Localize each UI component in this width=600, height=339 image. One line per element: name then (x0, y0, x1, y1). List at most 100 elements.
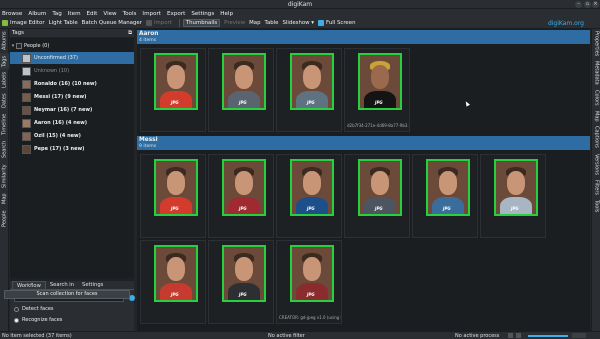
menu-edit[interactable]: Edit (87, 11, 98, 17)
thumbnail-item[interactable]: JPG (276, 154, 342, 238)
tab-search[interactable]: Search (0, 137, 9, 161)
tags-panel-header: Tags ⧉ (10, 29, 134, 37)
thumbnail-item[interactable]: JPG CREATOR: gd-jpeg v1.0 (using I... (276, 240, 342, 324)
thumbnail-item[interactable]: JPG (140, 240, 206, 324)
thumbnail-item[interactable]: JPG (208, 154, 274, 238)
menu-item[interactable]: Item (68, 11, 81, 17)
tab-timeline[interactable]: Timeline (0, 111, 9, 137)
thumbnail-item[interactable]: JPG (276, 48, 342, 132)
menu-help[interactable]: Help (220, 11, 233, 17)
recognize-faces-radio[interactable]: Recognize faces (14, 317, 62, 323)
menu-import[interactable]: Import (142, 11, 161, 17)
thumbnail-item[interactable]: JPG (344, 154, 410, 238)
tab-properties[interactable]: Properties (592, 29, 600, 59)
thumbnails-button[interactable]: Thumbnails (182, 19, 221, 27)
tag-thumbnail (22, 53, 31, 63)
tree-item-pepe[interactable]: Pepe (17) (3 new) (10, 143, 134, 155)
full-screen-button[interactable]: Full Screen (318, 20, 355, 26)
batch-queue-label: Batch Queue Manager (81, 20, 142, 26)
thumbnail-item[interactable]: JPG (140, 154, 206, 238)
group-count: 9 items (139, 144, 157, 149)
tree-item-ozil[interactable]: Ozil (15) (4 new) (10, 130, 134, 142)
main-toolbar: Image Editor Light Table Batch Queue Man… (0, 18, 600, 29)
float-icon[interactable]: ⧉ (128, 30, 132, 37)
close-icon[interactable]: × (592, 1, 599, 8)
image-editor-icon (2, 20, 8, 26)
menu-view[interactable]: View (103, 11, 116, 17)
group-header-messi[interactable]: Messi 9 items (137, 136, 590, 150)
batch-queue-button[interactable]: Batch Queue Manager (82, 20, 142, 26)
tab-similarity[interactable]: Similarity (0, 161, 9, 191)
tag-thumbnail (22, 131, 31, 141)
detect-faces-radio[interactable]: Detect faces (14, 306, 54, 312)
tab-tags[interactable]: Tags (0, 53, 9, 69)
slideshow-button[interactable]: Slideshow ▾ (283, 20, 315, 26)
toolbar-separator (178, 19, 180, 27)
tab-people[interactable]: People (0, 207, 9, 231)
tab-versions[interactable]: Versions (592, 151, 600, 177)
tab-labels[interactable]: Labels (0, 69, 9, 91)
tree-item-aaron[interactable]: Aaron (16) (4 new) (10, 117, 134, 129)
radio-icon (14, 306, 19, 312)
face-thumbnail: JPG (494, 159, 538, 216)
tab-dates[interactable]: Dates (0, 91, 9, 111)
tab-settings[interactable]: Settings (78, 281, 107, 289)
thumbnail-item[interactable]: JPG (208, 240, 274, 324)
tab-albums[interactable]: Albums (0, 29, 9, 53)
tree-item-neymar[interactable]: Neymar (16) (7 new) (10, 104, 134, 116)
menu-settings[interactable]: Settings (191, 11, 214, 17)
menu-album[interactable]: Album (28, 11, 46, 17)
tab-captions[interactable]: Captions (592, 123, 600, 151)
tab-metadata[interactable]: Metadata (592, 59, 600, 87)
item-caption: d2b7f34-271e-4d69-8a77-9b3... (347, 123, 409, 128)
zoom-in-icon[interactable] (516, 333, 521, 338)
jpg-badge: JPG (443, 206, 451, 211)
tab-map-right[interactable]: Map (592, 109, 600, 123)
tree-item-unconfirmed[interactable]: Unconfirmed (37) (10, 52, 134, 64)
minimize-icon[interactable]: – (575, 1, 582, 8)
tree-item-messi[interactable]: Messi (17) (9 new) (10, 91, 134, 103)
tab-filters[interactable]: Filters (592, 177, 600, 197)
map-button[interactable]: Map (249, 20, 260, 26)
image-editor-button[interactable]: Image Editor (2, 20, 45, 26)
light-table-button[interactable]: Light Table (49, 20, 78, 26)
zoom-out-icon[interactable] (508, 333, 513, 338)
tree-root-people[interactable]: ▾ People (0) (10, 40, 134, 52)
tab-map[interactable]: Map (0, 191, 9, 207)
thumbnails-label: Thumbnails (185, 20, 218, 26)
maximize-icon[interactable]: ▫ (584, 1, 591, 8)
jpg-badge: JPG (375, 206, 383, 211)
tree-item-label: Unknown (10) (34, 68, 70, 74)
zoom-slider[interactable] (528, 335, 568, 337)
preview-button[interactable]: Preview (224, 20, 245, 26)
thumbnail-item[interactable]: JPG (208, 48, 274, 132)
checkbox[interactable] (16, 43, 22, 49)
brand-link[interactable]: digiKam.org (548, 20, 584, 27)
face-thumbnail: JPG (154, 53, 198, 110)
menu-tag[interactable]: Tag (52, 11, 61, 17)
tags-panel-title: Tags (12, 30, 24, 36)
tag-thumbnail (22, 92, 31, 102)
group-header-aaron[interactable]: Aaron 4 items (137, 30, 590, 44)
tab-workflow[interactable]: Workflow (12, 281, 46, 289)
tree-item-ronaldo[interactable]: Ronaldo (16) (10 new) (10, 78, 134, 90)
tab-search-in[interactable]: Search in (46, 281, 78, 289)
thumbnail-item[interactable]: JPG (480, 154, 546, 238)
thumbnail-item[interactable]: JPG (412, 154, 478, 238)
import-button[interactable]: Import (145, 20, 172, 26)
chevron-down-icon: ▾ (309, 20, 315, 26)
menu-tools[interactable]: Tools (123, 11, 137, 17)
tree-item-unknown[interactable]: Unknown (10) (10, 65, 134, 77)
menu-browse[interactable]: Browse (2, 11, 22, 17)
table-button[interactable]: Table (265, 20, 279, 26)
window-title: digiKam (287, 1, 313, 8)
thumbnail-item[interactable]: JPG (140, 48, 206, 132)
thumbnail-view: Aaron 4 items JPG JPG JPG JPG d2b7f34-27… (137, 29, 590, 331)
tab-tools[interactable]: Tools (592, 197, 600, 215)
face-thumbnail: JPG (222, 159, 266, 216)
zoom-field[interactable] (572, 333, 586, 338)
thumbnail-item[interactable]: JPG d2b7f34-271e-4d69-8a77-9b3... (344, 48, 410, 132)
tab-colors[interactable]: Colors (592, 87, 600, 109)
menu-export[interactable]: Export (167, 11, 185, 17)
scan-collection-button[interactable]: Scan collection for faces (4, 290, 130, 299)
